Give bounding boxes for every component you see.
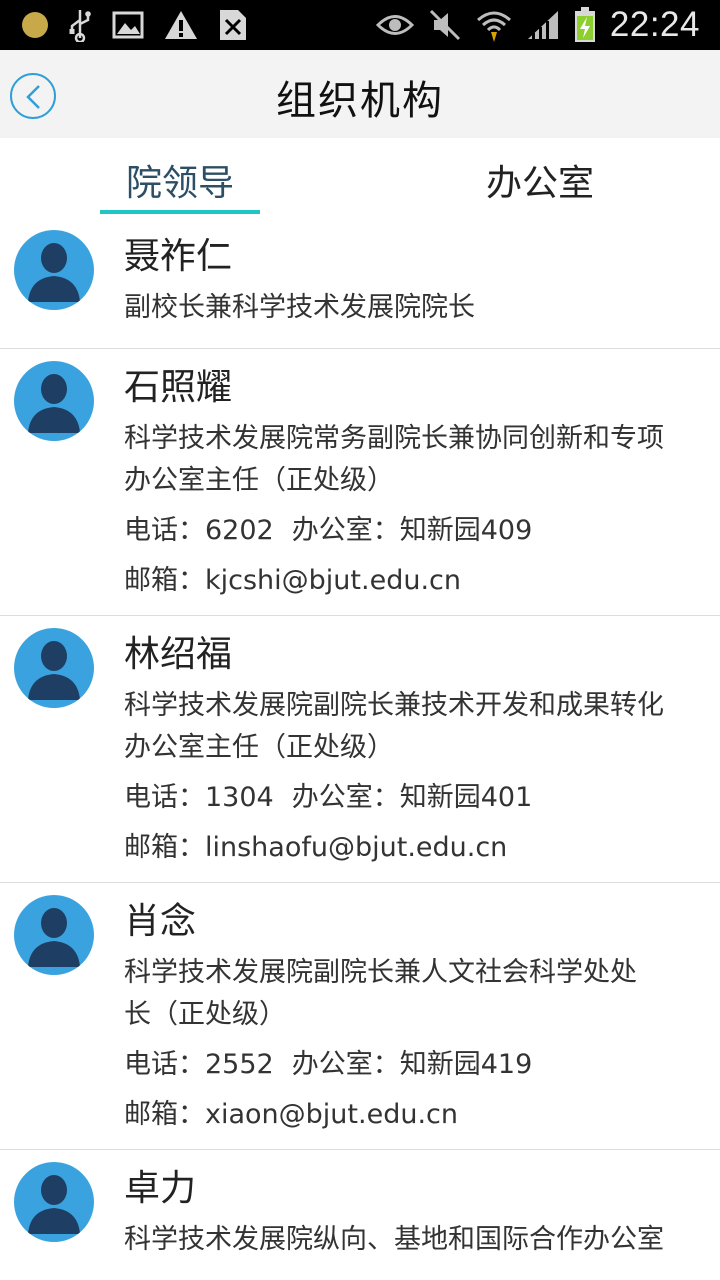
tab-bar: 院领导 办公室 [0,138,720,218]
battery-charging-icon [574,7,595,42]
status-right-icons: 22:24 [375,5,700,44]
office-text: 办公室：知新园409 [291,515,533,546]
email-text[interactable]: 邮箱：linshaofu@bjut.edu.cn [124,830,708,866]
status-left-icons [22,8,248,42]
person-title-line-2: 办公室主任（正处级） [124,465,394,496]
list-item[interactable]: 卓力 科学技术发展院纵向、基地和国际合作办公室 [0,1150,720,1280]
person-title-line-2: 长（正处级） [124,999,286,1030]
person-title-line-2: 办公室主任（正处级） [124,732,394,763]
avatar [14,628,94,708]
person-title: 副校长兼科学技术发展院院长 [124,292,475,323]
user-icon [28,1175,80,1234]
user-icon [28,374,80,433]
phone-text[interactable]: 电话：2552 [124,1047,274,1083]
person-title-line-1: 科学技术发展院副院长兼人文社会科学处处 [124,957,637,988]
wifi-icon [476,11,511,42]
status-bar: 22:24 [0,0,720,50]
person-name: 肖念 [124,901,197,942]
list-item[interactable]: 石照耀 科学技术发展院常务副院长兼协同创新和专项 办公室主任（正处级） 电话：6… [0,349,720,616]
leader-list: 聂祚仁 副校长兼科学技术发展院院长 石照耀 科学技术发展院常务副院长兼协同创新和… [0,218,720,1280]
person-title-line-1: 科学技术发展院纵向、基地和国际合作办公室 [124,1224,664,1255]
image-icon [112,11,144,39]
app-header: 组织机构 [0,50,720,138]
person-name: 卓力 [124,1168,197,1209]
tab-indicator [100,210,260,214]
avatar [14,1162,94,1242]
list-item[interactable]: 聂祚仁 副校长兼科学技术发展院院长 [0,218,720,349]
status-time: 22:24 [609,5,700,44]
person-name: 聂祚仁 [124,236,233,277]
office-text: 办公室：知新园419 [291,1049,533,1080]
avatar [14,230,94,310]
person-name: 石照耀 [124,367,233,408]
contact-line: 电话：2552 办公室：知新园419 [124,1047,708,1083]
notification-dot-icon [22,12,48,38]
tab-office[interactable]: 办公室 [450,154,630,206]
contact-line: 电话：1304 办公室：知新园401 [124,780,708,816]
signal-icon [527,11,558,39]
person-title-line-1: 科学技术发展院常务副院长兼协同创新和专项 [124,423,664,454]
user-icon [28,243,80,302]
email-text[interactable]: 邮箱：kjcshi@bjut.edu.cn [124,563,708,599]
eye-icon [375,15,414,35]
list-item[interactable]: 肖念 科学技术发展院副院长兼人文社会科学处处 长（正处级） 电话：2552 办公室… [0,883,720,1150]
usb-icon [69,10,91,42]
avatar [14,361,94,441]
phone-text[interactable]: 电话：6202 [124,513,274,549]
phone-text[interactable]: 电话：1304 [124,780,274,816]
page-title: 组织机构 [276,78,444,124]
sim-icon [220,10,246,40]
office-text: 办公室：知新园401 [291,782,533,813]
list-item[interactable]: 林绍福 科学技术发展院副院长兼技术开发和成果转化 办公室主任（正处级） 电话：1… [0,616,720,883]
mute-icon [429,9,460,41]
user-icon [28,641,80,700]
warning-icon [165,11,197,39]
tab-leaders[interactable]: 院领导 [90,154,270,206]
contact-line: 电话：6202 办公室：知新园409 [124,513,708,549]
user-icon [28,908,80,967]
person-name: 林绍福 [124,634,233,675]
email-text[interactable]: 邮箱：xiaon@bjut.edu.cn [124,1097,708,1133]
person-title-line-1: 科学技术发展院副院长兼技术开发和成果转化 [124,690,664,721]
avatar [14,895,94,975]
